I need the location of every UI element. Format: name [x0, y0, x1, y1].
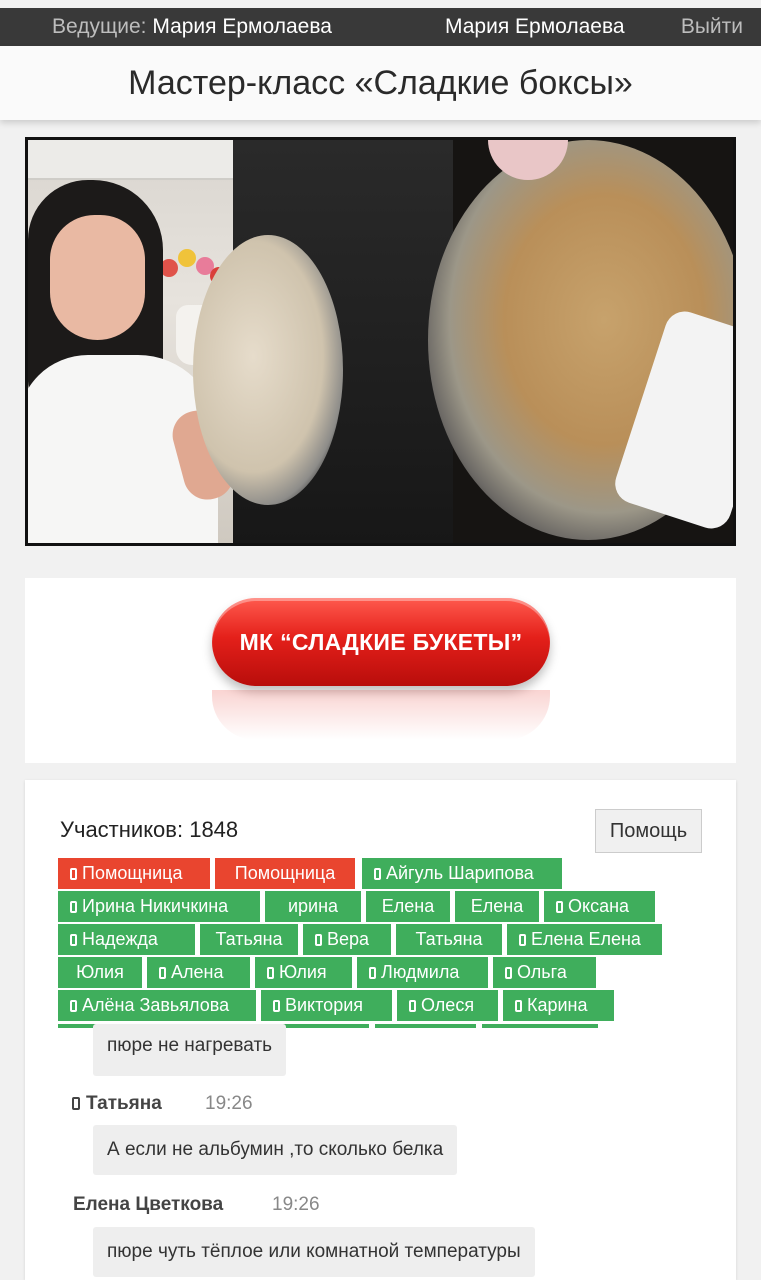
logout-link[interactable]: Выйти [681, 15, 743, 39]
phone-icon [273, 1000, 280, 1012]
page-title: Мастер-класс «Сладкие боксы» [128, 64, 633, 102]
participant-chip[interactable]: Ольга [493, 957, 596, 988]
participant-chip[interactable]: Юлия [58, 957, 142, 988]
participants-count: Участников: 1848 [60, 817, 239, 842]
phone-icon [505, 967, 512, 979]
participant-chip[interactable]: Алёна Завьялова [58, 990, 256, 1021]
participant-chip[interactable]: Айгуль Шарипова [362, 858, 562, 889]
phone-icon [70, 934, 77, 946]
host-info: Ведущие: Мария Ермолаева [52, 15, 332, 39]
chat-message-author: Татьяна [72, 1093, 162, 1115]
participant-chip[interactable]: Людмила [357, 957, 488, 988]
phone-icon [72, 1097, 80, 1110]
chat-message-author: Елена Цветкова [73, 1194, 224, 1215]
promo-button[interactable]: МК “СЛАДКИЕ БУКЕТЫ” [212, 598, 550, 686]
current-user-name[interactable]: Мария Ермолаева [445, 15, 625, 39]
participant-chip[interactable]: Олеся [397, 990, 498, 1021]
video-pot-pane [193, 140, 453, 543]
chat-message-bubble: пюре чуть тёплое или комнатной температу… [93, 1227, 535, 1277]
participant-chip[interactable]: Юлия [255, 957, 352, 988]
chat-message-bubble: пюре не нагревать [93, 1024, 287, 1076]
participant-chip[interactable]: Ирина Никичкина [58, 891, 260, 922]
video-player[interactable] [25, 137, 736, 546]
participant-chip[interactable]: Елена Елена [507, 924, 662, 955]
promo-banner: МК “СЛАДКИЕ БУКЕТЫ” [25, 578, 736, 763]
phone-icon [409, 1000, 416, 1012]
participant-chip[interactable]: Алена [147, 957, 250, 988]
phone-icon [315, 934, 322, 946]
chat-message-time: 19:26 [205, 1093, 253, 1114]
participant-chip[interactable]: ирина [265, 891, 361, 922]
participant-chip[interactable]: Помощница [215, 858, 355, 889]
participant-chip[interactable]: Татьяна [396, 924, 502, 955]
host-name: Мария Ермолаева [152, 15, 332, 38]
participant-chip[interactable]: Вера [303, 924, 391, 955]
phone-icon [159, 967, 166, 979]
phone-icon [267, 967, 274, 979]
top-bar: Ведущие: Мария Ермолаева Мария Ермолаева… [0, 8, 761, 46]
phone-icon [70, 901, 77, 913]
help-button[interactable]: Помощь [595, 809, 702, 853]
participant-chip[interactable]: Татьяна [200, 924, 298, 955]
phone-icon [515, 1000, 522, 1012]
participant-chip-partial [482, 1024, 598, 1028]
phone-icon [556, 901, 563, 913]
chat-message-time: 19:26 [272, 1194, 320, 1215]
presenter-face [50, 215, 145, 340]
participants-panel: Участников: 1848 Помощь Помощница Помощн… [25, 780, 736, 1280]
phone-icon [519, 934, 526, 946]
participant-chip-partial [375, 1024, 476, 1028]
participant-chip[interactable]: Елена [366, 891, 450, 922]
participant-chip[interactable]: Помощница [58, 858, 210, 889]
participant-chip[interactable]: Оксана [544, 891, 655, 922]
participant-chip[interactable]: Карина [503, 990, 614, 1021]
phone-icon [369, 967, 376, 979]
phone-icon [374, 868, 381, 880]
promo-button-reflection [212, 690, 550, 740]
participant-chip[interactable]: Виктория [261, 990, 392, 1021]
title-bar: Мастер-класс «Сладкие боксы» [0, 46, 761, 120]
participant-chip[interactable]: Елена [455, 891, 539, 922]
phone-icon [70, 868, 77, 880]
participant-chip[interactable]: Надежда [58, 924, 195, 955]
phone-icon [70, 1000, 77, 1012]
chat-message-bubble: А если не альбумин ,то сколько белка [93, 1125, 458, 1175]
host-label: Ведущие: [52, 15, 147, 38]
